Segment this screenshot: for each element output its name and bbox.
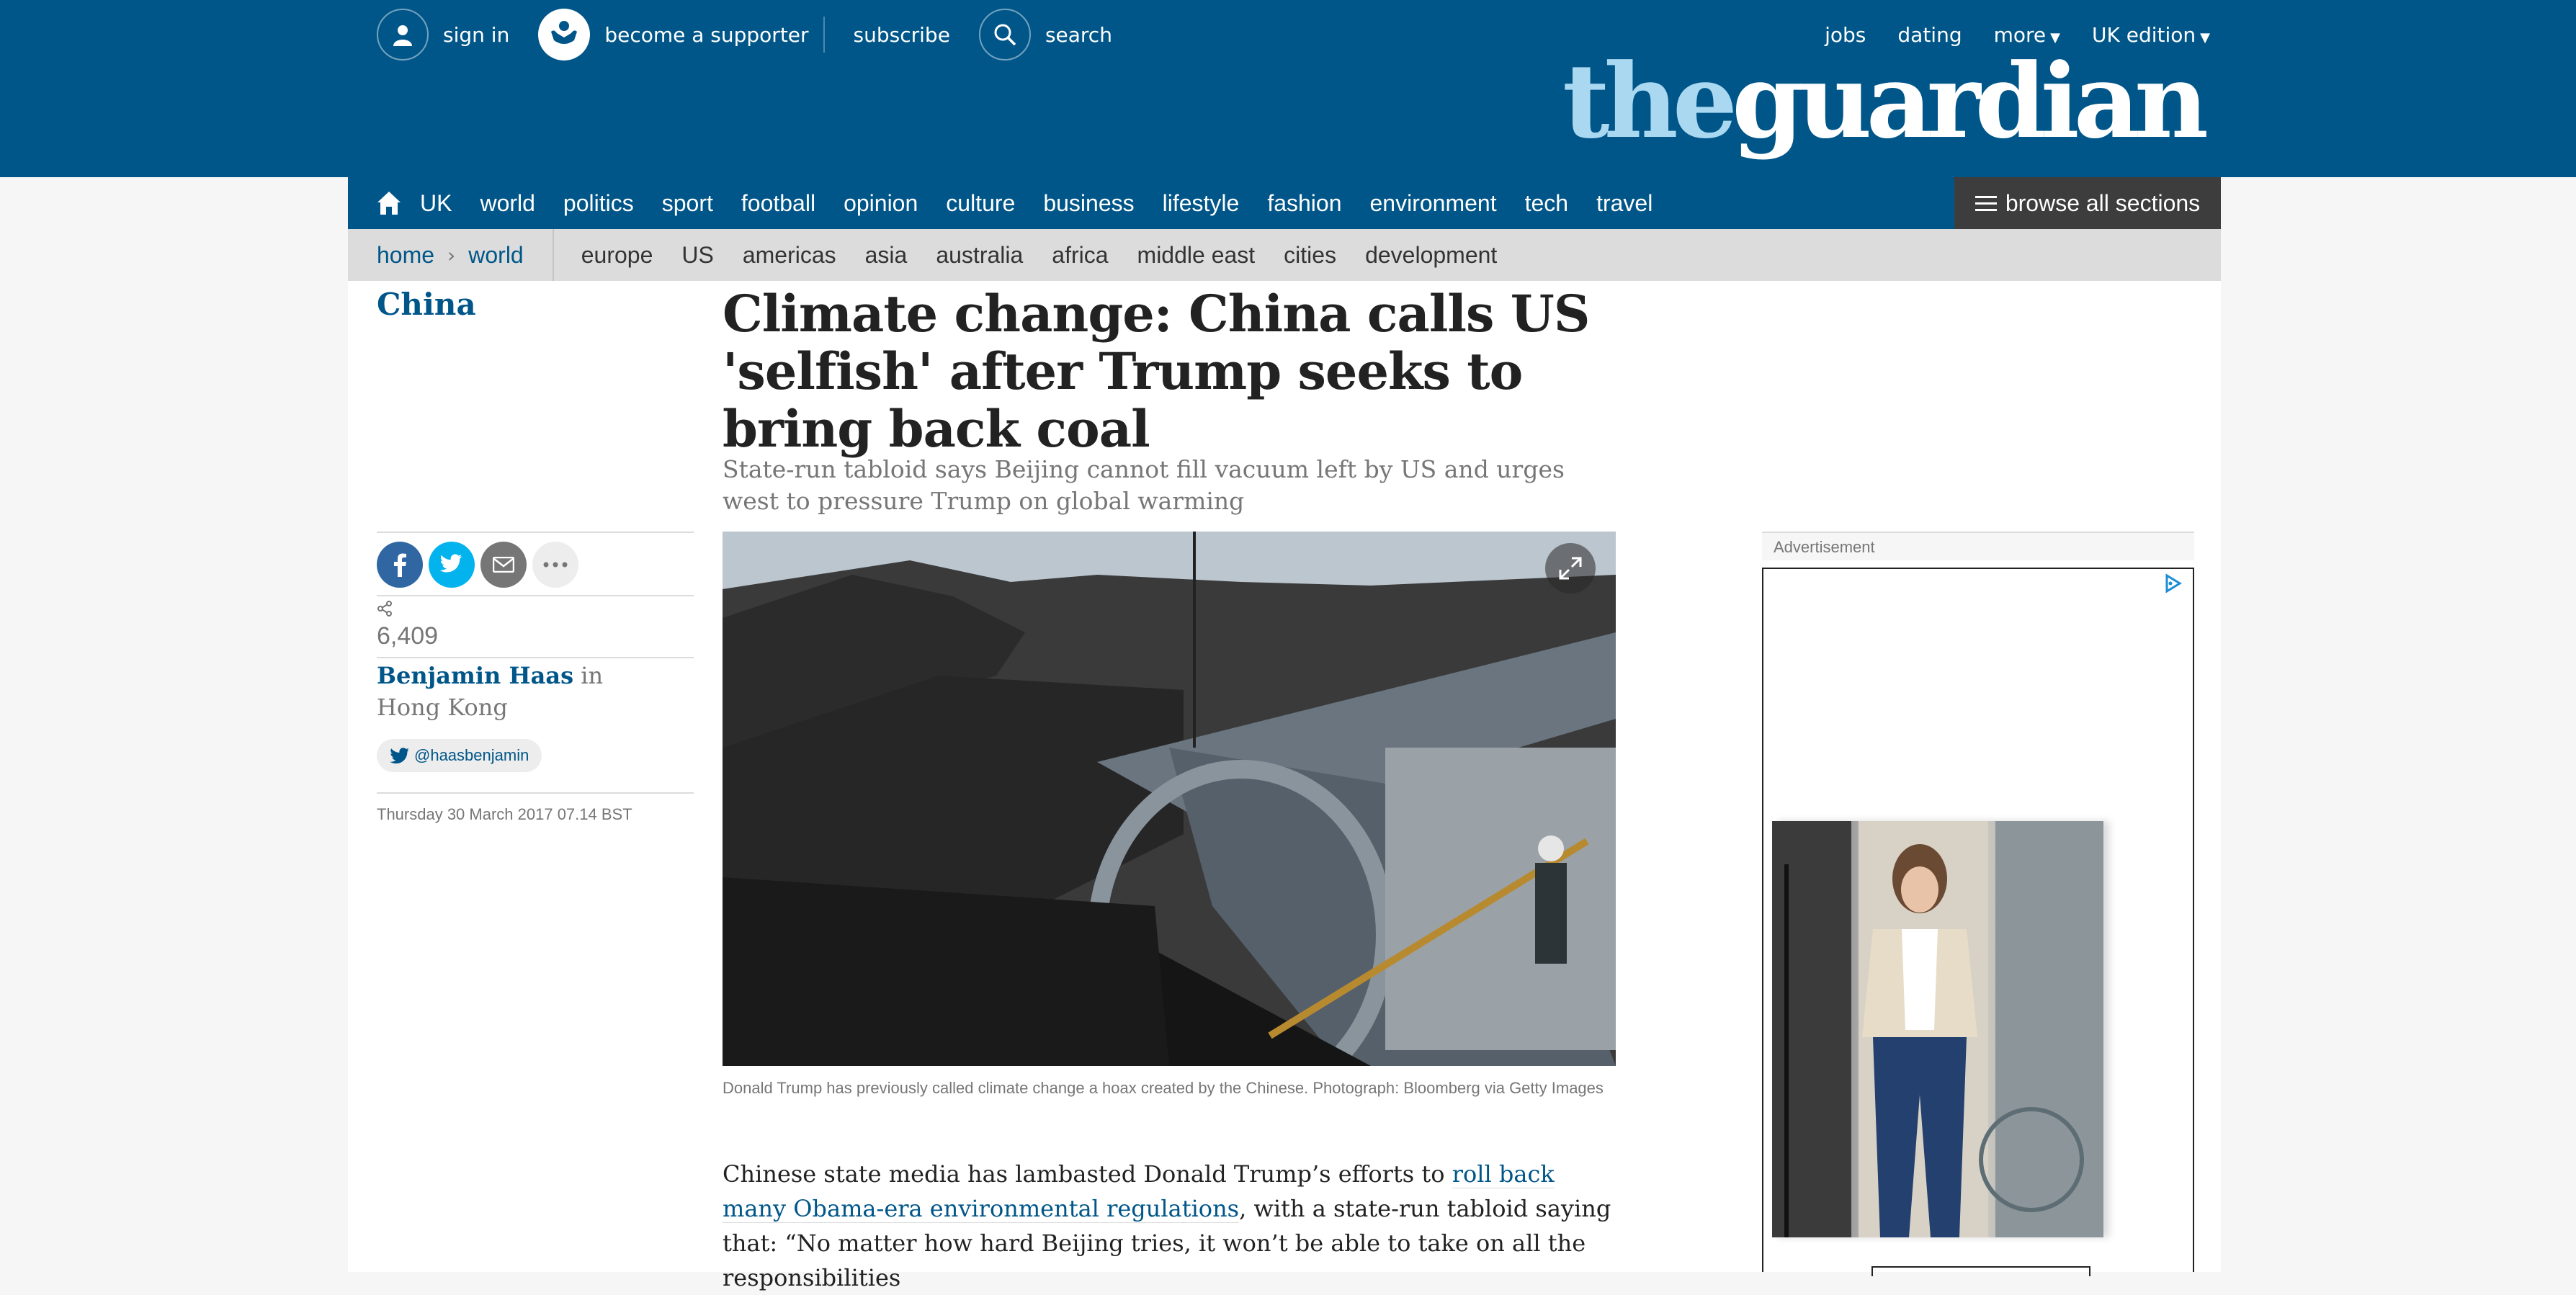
divider (377, 595, 694, 596)
advertisement-label: Advertisement (1762, 532, 2194, 560)
subscribe-link[interactable]: subscribe (854, 23, 950, 47)
nav-item-lifestyle[interactable]: lifestyle (1163, 190, 1240, 217)
logo-guardian: guardian (1732, 42, 2209, 161)
share-buttons (377, 542, 584, 588)
divider (552, 229, 554, 281)
ad-image[interactable] (1772, 821, 2103, 1237)
body-intro: Chinese state media has lambasted Donald… (723, 1160, 1452, 1188)
more-share-button[interactable] (532, 542, 578, 588)
coal-conveyor-photo (723, 532, 1616, 1066)
chevron-right-icon: › (447, 243, 456, 267)
search-link[interactable]: search (1045, 23, 1112, 47)
main-image[interactable] (723, 532, 1616, 1066)
subnav-item-africa[interactable]: africa (1052, 242, 1108, 269)
nav-item-politics[interactable]: politics (563, 190, 634, 217)
article-dateline: Thursday 30 March 2017 07.14 BST (377, 805, 632, 823)
become-supporter-link[interactable]: become a supporter (604, 23, 808, 47)
divider (377, 532, 694, 533)
home-icon[interactable] (377, 190, 401, 216)
nav-item-business[interactable]: business (1043, 190, 1134, 217)
subnav-item-europe[interactable]: europe (581, 242, 653, 269)
nav-item-football[interactable]: football (741, 190, 815, 217)
nav-item-fashion[interactable]: fashion (1267, 190, 1341, 217)
twitter-icon (390, 748, 408, 763)
subnav-item-middle-east[interactable]: middle east (1137, 242, 1256, 269)
masthead: sign in become a supporter subscribe sea… (0, 0, 2576, 177)
facebook-share-button[interactable] (377, 542, 423, 588)
subnav-item-us[interactable]: US (681, 242, 713, 269)
nav-item-sport[interactable]: sport (662, 190, 713, 217)
divider (823, 17, 825, 53)
subnav-item-asia[interactable]: asia (865, 242, 908, 269)
expand-icon[interactable] (1545, 543, 1596, 593)
nav-item-world[interactable]: world (480, 190, 535, 217)
article-body: Chinese state media has lambasted Donald… (723, 1157, 1616, 1295)
divider (377, 792, 694, 794)
byline: Benjamin Haas in Hong Kong (377, 660, 665, 723)
share-icon (377, 601, 393, 621)
sub-nav: home › world europe US americas asia aus… (348, 229, 2221, 281)
nav-item-tech[interactable]: tech (1525, 190, 1568, 217)
advertisement-slot[interactable] (1762, 568, 2194, 1276)
nav-item-uk[interactable]: UK (420, 190, 452, 217)
subnav-item-development[interactable]: development (1365, 242, 1497, 269)
twitter-handle: @haasbenjamin (414, 746, 529, 764)
nav-item-opinion[interactable]: opinion (844, 190, 918, 217)
browse-all-label: browse all sections (2005, 189, 2201, 216)
user-icon[interactable] (377, 9, 429, 61)
main-nav: UK world politics sport football opinion… (348, 177, 2221, 229)
menu-icon (1975, 192, 1997, 215)
author-twitter-button[interactable]: @haasbenjamin (377, 739, 542, 772)
woman-fashion-photo (1772, 821, 2103, 1237)
breadcrumb-world[interactable]: world (468, 242, 523, 269)
adchoices-icon[interactable] (2163, 573, 2183, 596)
subnav-item-australia[interactable]: australia (936, 242, 1023, 269)
image-caption: Donald Trump has previously called clima… (723, 1079, 1604, 1097)
email-share-button[interactable] (480, 542, 527, 588)
ad-cta-button[interactable] (1871, 1266, 2090, 1276)
share-count: 6,409 (377, 622, 439, 650)
top-bar-left: sign in become a supporter subscribe sea… (377, 9, 1141, 61)
divider (377, 657, 694, 658)
article-container: China Climate change: China calls US 'se… (348, 281, 2221, 1291)
breadcrumb-home[interactable]: home (377, 242, 434, 269)
series-label[interactable]: China (377, 287, 476, 322)
twitter-share-button[interactable] (429, 542, 475, 588)
guardian-logo[interactable]: theguardian (1562, 50, 2209, 153)
author-link[interactable]: Benjamin Haas (377, 662, 573, 689)
search-icon[interactable] (978, 9, 1031, 61)
article-standfirst: State-run tabloid says Beijing cannot fi… (723, 455, 1565, 515)
supporter-icon[interactable] (538, 9, 591, 61)
nav-item-travel[interactable]: travel (1596, 190, 1653, 217)
sign-in-link[interactable]: sign in (443, 23, 509, 47)
logo-the: the (1562, 42, 1738, 161)
subnav-item-cities[interactable]: cities (1284, 242, 1336, 269)
browse-all-sections-button[interactable]: browse all sections (1954, 177, 2221, 229)
nav-item-environment[interactable]: environment (1370, 190, 1497, 217)
nav-item-culture[interactable]: culture (946, 190, 1015, 217)
subnav-item-americas[interactable]: americas (743, 242, 836, 269)
article-headline: Climate change: China calls US 'selfish'… (723, 284, 1590, 459)
